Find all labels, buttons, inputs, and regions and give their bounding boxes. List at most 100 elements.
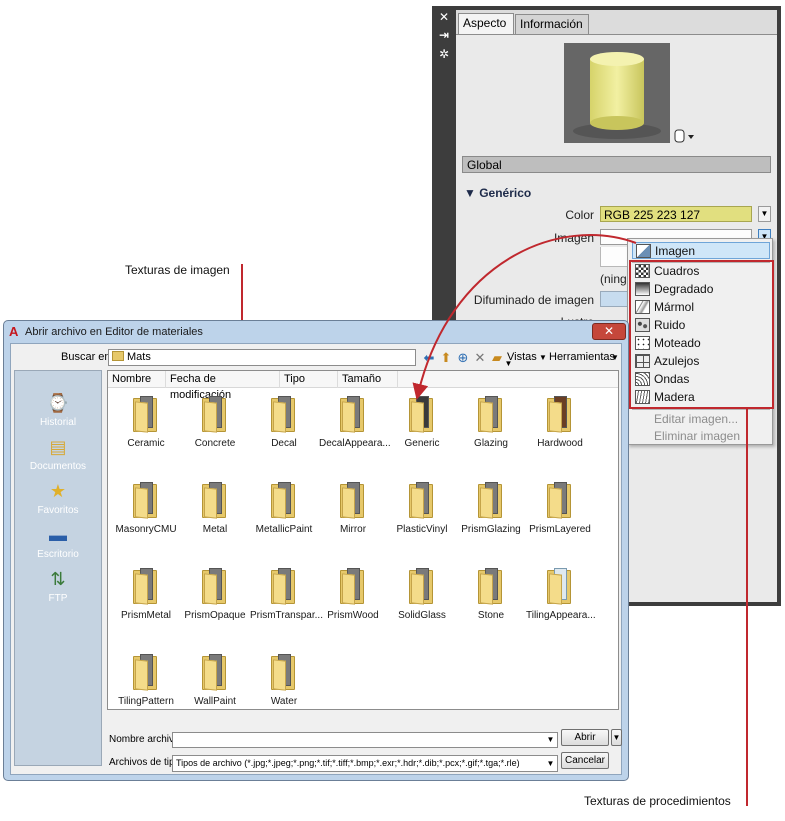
file-item[interactable]: PlasticVinyl <box>388 482 456 552</box>
global-field[interactable]: Global <box>462 156 771 173</box>
settings-icon[interactable]: ✲ <box>436 47 452 61</box>
file-item[interactable]: PrismTranspar... <box>250 568 323 638</box>
chevron-down-icon[interactable]: ▼ <box>545 733 556 747</box>
open-options-dropdown[interactable]: ▼ <box>611 729 622 746</box>
file-item[interactable]: Water <box>250 654 318 724</box>
folder-icon <box>202 654 228 691</box>
folder-icon <box>133 482 159 519</box>
file-label: PrismGlazing <box>461 524 521 535</box>
chevron-down-icon[interactable]: ▼ <box>539 353 547 362</box>
chevron-down-icon[interactable]: ▼ <box>545 757 556 771</box>
documents-icon: ▤ <box>49 437 67 457</box>
file-item[interactable]: Decal <box>250 396 318 466</box>
folder-icon <box>340 568 366 605</box>
new-folder-icon[interactable]: ▰ <box>489 350 505 366</box>
color-dropdown-button[interactable]: ▼ <box>758 206 771 222</box>
file-item[interactable]: DecalAppeara... <box>319 396 391 466</box>
place-label: FTP <box>48 593 68 604</box>
close-icon[interactable]: ✕ <box>436 10 452 24</box>
dialog-toolbar: ⬅ ⬆ ⊕ ✕ ▰ Vistas ▼ Herramientas ▼ <box>421 349 619 367</box>
file-label: MetallicPaint <box>255 524 313 535</box>
place-label: Favoritos <box>37 505 79 516</box>
folder-icon <box>547 396 573 433</box>
file-item[interactable]: TilingPattern <box>112 654 180 724</box>
open-button[interactable]: Abrir <box>561 729 609 746</box>
file-label: Stone <box>477 610 505 621</box>
file-item[interactable]: MasonryCMU <box>112 482 180 552</box>
tab-aspecto[interactable]: Aspecto <box>458 13 514 35</box>
dialog-close-button[interactable]: ✕ <box>592 323 626 340</box>
filename-input[interactable]: ▼ <box>172 732 558 748</box>
column-header-size[interactable]: Tamaño <box>338 371 398 388</box>
tab-informacion[interactable]: Información <box>515 14 589 34</box>
file-label: TilingPattern <box>118 696 174 707</box>
views-menu[interactable]: Vistas <box>507 351 537 363</box>
place-documentos[interactable]: ▤ Documentos <box>15 435 101 477</box>
folder-icon <box>547 482 573 519</box>
procedural-textures-leader <box>746 408 748 806</box>
file-item[interactable]: Metal <box>181 482 249 552</box>
menu-item-imagen[interactable]: Imagen <box>632 242 770 259</box>
folder-icon <box>478 396 504 433</box>
file-item[interactable]: Hardwood <box>526 396 594 466</box>
file-item[interactable]: Ceramic <box>112 396 180 466</box>
file-label: PlasticVinyl <box>396 524 448 535</box>
look-in-select[interactable]: Mats ▼ <box>108 349 512 368</box>
file-item[interactable]: PrismGlazing <box>457 482 525 552</box>
image-thumbnail-slot[interactable] <box>600 247 630 267</box>
file-item[interactable]: Glazing <box>457 396 525 466</box>
search-web-icon[interactable]: ⊕ <box>455 350 471 366</box>
file-item[interactable]: Stone <box>457 568 525 638</box>
place-label: Escritorio <box>37 549 79 560</box>
file-item[interactable]: PrismMetal <box>112 568 180 638</box>
file-item[interactable]: MetallicPaint <box>250 482 318 552</box>
color-field[interactable]: RGB 225 223 127 <box>600 206 752 222</box>
file-item[interactable]: Concrete <box>181 396 249 466</box>
cancel-button[interactable]: Cancelar <box>561 752 609 769</box>
image-blur-field[interactable] <box>600 291 630 307</box>
file-item[interactable]: Mirror <box>319 482 387 552</box>
autocad-logo-icon: A <box>9 324 19 340</box>
file-label: Decal <box>271 438 297 449</box>
folder-icon <box>133 654 159 691</box>
tools-menu[interactable]: Herramientas <box>549 351 615 363</box>
place-label: Historial <box>39 417 77 428</box>
preview-shape-dropdown[interactable] <box>674 129 696 143</box>
folder-icon <box>409 568 435 605</box>
place-historial[interactable]: ⌚ Historial <box>15 391 101 433</box>
file-item[interactable]: WallPaint <box>181 654 249 724</box>
place-escritorio[interactable]: ▬ Escritorio <box>15 523 101 565</box>
folder-icon <box>202 396 228 433</box>
folder-icon <box>547 568 573 605</box>
back-icon[interactable]: ⬅ <box>421 350 437 366</box>
file-item[interactable]: PrismLayered <box>526 482 594 552</box>
delete-icon[interactable]: ✕ <box>472 350 488 366</box>
place-label: Documentos <box>29 461 87 472</box>
filetype-select[interactable]: Tipos de archivo (*.jpg;*.jpeg;*.png;*.t… <box>172 755 558 772</box>
file-item[interactable]: TilingAppeara... <box>526 568 596 638</box>
file-item[interactable]: SolidGlass <box>388 568 456 638</box>
file-label: TilingAppeara... <box>526 610 596 621</box>
dialog-title: A Abrir archivo en Editor de materiales <box>9 324 569 340</box>
column-header-type[interactable]: Tipo <box>280 371 338 388</box>
folder-icon <box>271 654 297 691</box>
file-label: Metal <box>202 524 228 535</box>
menu-item-label: Imagen <box>655 244 696 258</box>
place-favoritos[interactable]: ★ Favoritos <box>15 479 101 521</box>
chevron-down-icon[interactable]: ▼ <box>611 353 619 362</box>
procedural-textures-highlight <box>629 260 774 409</box>
column-header-date[interactable]: Fecha de modificación <box>166 371 280 401</box>
place-ftp[interactable]: ⇅ FTP <box>15 567 101 609</box>
file-item[interactable]: Generic <box>388 396 456 466</box>
menu-item-edit-image: Editar imagen... <box>654 412 739 426</box>
file-item[interactable]: PrismWood <box>319 568 387 638</box>
up-folder-icon[interactable]: ⬆ <box>438 350 454 366</box>
column-header-name[interactable]: Nombre <box>108 371 166 388</box>
generic-section-header[interactable]: ▼ Genérico <box>464 186 531 200</box>
folder-icon <box>340 396 366 433</box>
column-headers: Nombre Fecha de modificación Tipo Tamaño <box>108 371 618 401</box>
color-label: Color <box>565 208 594 222</box>
pin-icon[interactable]: ⇥ <box>436 28 452 42</box>
file-item[interactable]: PrismOpaque <box>181 568 249 638</box>
file-label: PrismOpaque <box>184 610 246 621</box>
